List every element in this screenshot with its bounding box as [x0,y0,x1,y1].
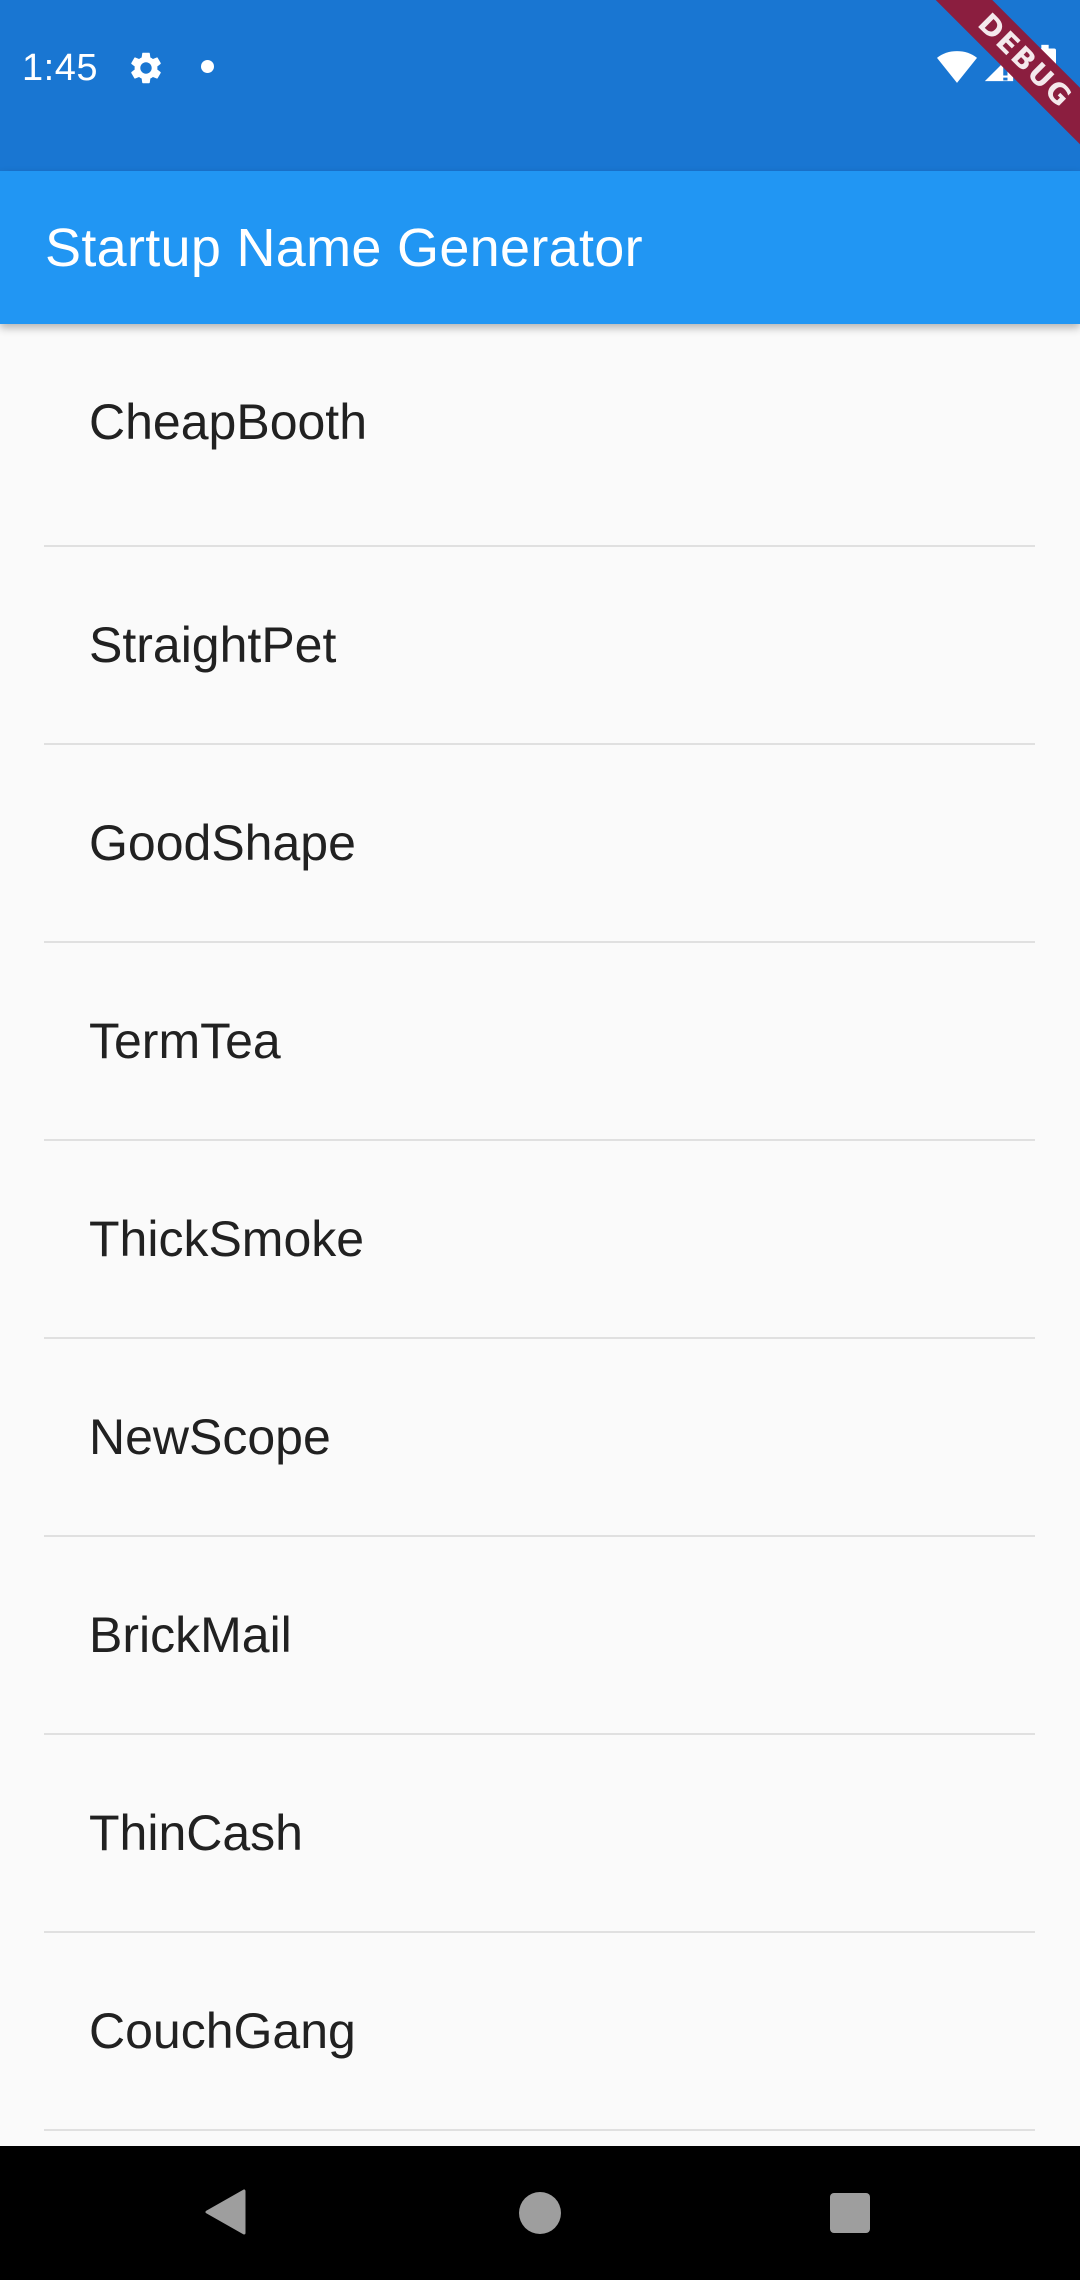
home-icon[interactable] [519,2192,561,2234]
list-item-label: ThickSmoke [89,1211,365,1267]
recents-icon[interactable] [830,2193,870,2233]
list-item[interactable]: CheapBooth [0,324,1080,521]
app-bar: Startup Name Generator [0,171,1080,324]
list-item-label: ThinCash [89,1805,303,1861]
list-item[interactable]: NewScope [0,1339,1080,1536]
status-time: 1:45 [22,47,98,89]
battery-icon [1034,44,1056,86]
startup-name-list[interactable]: CheapBooth StraightPet GoodShape TermTea… [0,324,1080,2146]
list-item[interactable]: ThickSmoke [0,1141,1080,1338]
list-item[interactable]: CouchGang [0,1933,1080,2130]
list-item[interactable]: GoodShape [0,745,1080,942]
gear-icon [131,52,161,84]
list-item[interactable]: StraightPet [0,547,1080,744]
page-title: Startup Name Generator [45,218,643,278]
back-icon[interactable] [204,2189,246,2235]
list-item-label: TermTea [89,1013,281,1069]
list-item-label: StraightPet [89,617,337,673]
list-item[interactable]: TermTea [0,943,1080,1140]
notification-dot-icon [201,60,214,73]
system-navigation-bar [0,2146,1080,2280]
list-item-label: CouchGang [89,2003,356,2059]
signal-icon [984,52,1014,82]
list-item[interactable]: ThinCash [0,1735,1080,1932]
list-item-label: NewScope [89,1409,331,1465]
status-bar: 1:45 [0,0,1080,171]
list-item-label: CheapBooth [89,394,368,450]
list-divider [44,2129,1035,2131]
list-item-label: BrickMail [89,1607,292,1663]
list-item-label: GoodShape [89,815,356,871]
wifi-icon [937,51,977,83]
list-item[interactable]: BrickMail [0,1537,1080,1734]
